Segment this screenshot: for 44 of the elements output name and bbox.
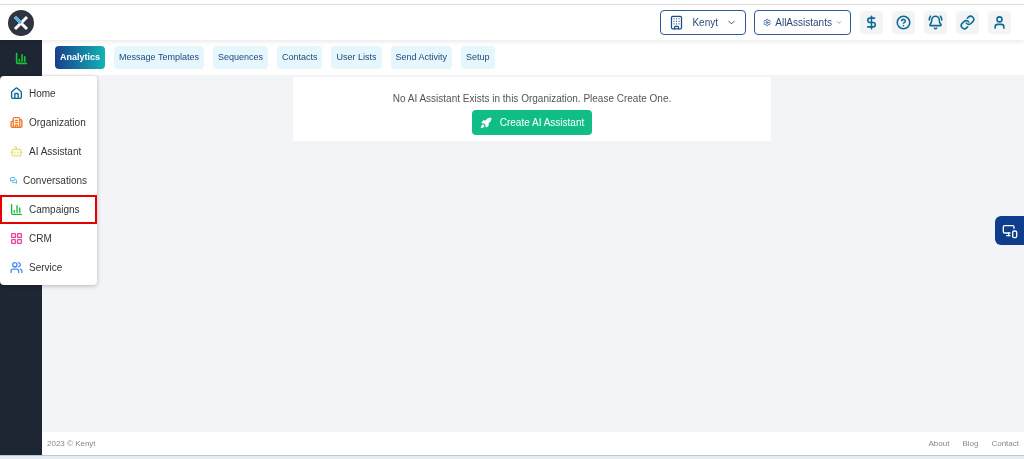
menu-item[interactable]: Organization: [0, 108, 97, 137]
home-icon: [10, 87, 23, 100]
menu-item[interactable]: AI Assistant: [0, 137, 97, 166]
tab[interactable]: Contacts: [276, 46, 323, 69]
users-icon: [10, 261, 23, 274]
organization-dropdown[interactable]: Kenyt: [660, 10, 746, 35]
chat-icon: [10, 174, 18, 187]
menu-item[interactable]: Service: [0, 253, 97, 282]
building-icon: [669, 15, 685, 30]
dollar-button[interactable]: [860, 11, 883, 34]
robot-icon: [10, 145, 23, 158]
grid-icon: [10, 232, 23, 245]
bar-chart-icon: [10, 203, 23, 216]
copyright-text: 2023 © Kenyt: [47, 437, 96, 450]
devices-icon: [1001, 222, 1018, 239]
user-icon: [992, 15, 1007, 30]
footer-link[interactable]: About: [928, 437, 950, 450]
rocket-icon: [479, 116, 492, 129]
logo-icon: [8, 9, 34, 36]
link-icon: [960, 15, 975, 30]
link-button[interactable]: [956, 11, 979, 34]
bell-button[interactable]: [924, 11, 947, 34]
tab[interactable]: Analytics: [55, 46, 106, 69]
menu-item[interactable]: CRM: [0, 224, 97, 253]
tab[interactable]: Sequences: [212, 46, 268, 69]
footer-link[interactable]: Blog: [962, 437, 979, 450]
assistant-dropdown[interactable]: AllAssistants: [754, 10, 851, 35]
tab[interactable]: Setup: [461, 46, 495, 69]
bar-chart-icon[interactable]: [14, 52, 28, 65]
tab[interactable]: User Lists: [331, 46, 382, 69]
notice-message: No AI Assistant Exists in this Organization. Please Create One.: [392, 92, 672, 106]
user-button[interactable]: [988, 11, 1011, 34]
bell-icon: [928, 15, 943, 30]
tab[interactable]: Message Templates: [114, 46, 204, 69]
building-icon: [10, 116, 23, 129]
dollar-icon: [864, 15, 879, 30]
menu-item[interactable]: Conversations: [0, 166, 97, 195]
chat-widget-button[interactable]: [995, 216, 1024, 245]
tab[interactable]: Send Activity: [390, 46, 453, 69]
help-icon: [896, 15, 911, 30]
footer-link[interactable]: Contact: [991, 437, 1019, 450]
help-button[interactable]: [892, 11, 915, 34]
menu-item[interactable]: Campaigns: [0, 195, 97, 224]
menu-item[interactable]: Home: [0, 79, 97, 108]
